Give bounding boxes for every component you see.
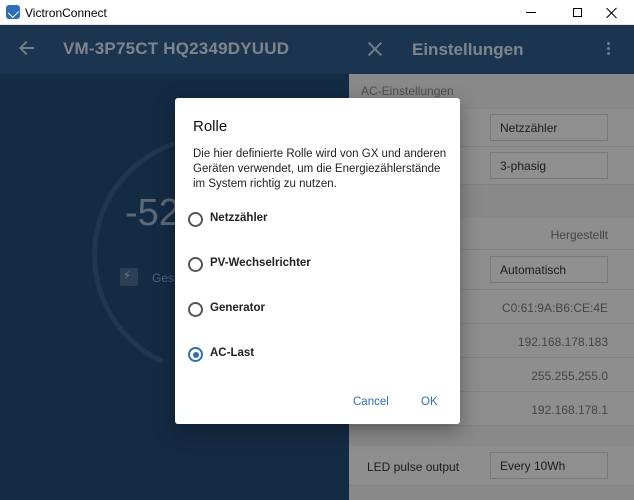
maximize-icon [572, 8, 582, 17]
option-label: PV-Wechselrichter [210, 257, 311, 269]
close-icon [606, 7, 618, 19]
option-pv-wechselrichter[interactable]: PV-Wechselrichter [188, 255, 418, 277]
window-title: VictronConnect [25, 6, 107, 20]
option-label: Netzzähler [210, 212, 268, 224]
option-netzzaehler[interactable]: Netzzähler [188, 210, 418, 232]
option-ac-last[interactable]: AC-Last [188, 345, 418, 367]
cancel-button[interactable]: Cancel [353, 396, 389, 408]
option-generator[interactable]: Generator [188, 300, 418, 322]
victron-app-icon [6, 5, 20, 19]
dialog-description: Die hier definierte Rolle wird von GX un… [193, 148, 447, 190]
minimize-button[interactable] [508, 0, 554, 25]
radio-unchecked-icon[interactable] [188, 302, 203, 317]
radio-checked-icon[interactable] [188, 347, 203, 362]
option-label: AC-Last [210, 347, 255, 359]
role-dialog: Rolle Die hier definierte Rolle wird von… [175, 98, 460, 424]
radio-unchecked-icon[interactable] [188, 257, 203, 272]
option-label: Generator [210, 302, 265, 314]
radio-unchecked-icon[interactable] [188, 212, 203, 227]
window-titlebar: VictronConnect [0, 0, 634, 25]
close-window-button[interactable] [590, 0, 634, 25]
dialog-title: Rolle [193, 118, 228, 135]
ok-button[interactable]: OK [421, 396, 438, 408]
minimize-icon [526, 12, 536, 13]
